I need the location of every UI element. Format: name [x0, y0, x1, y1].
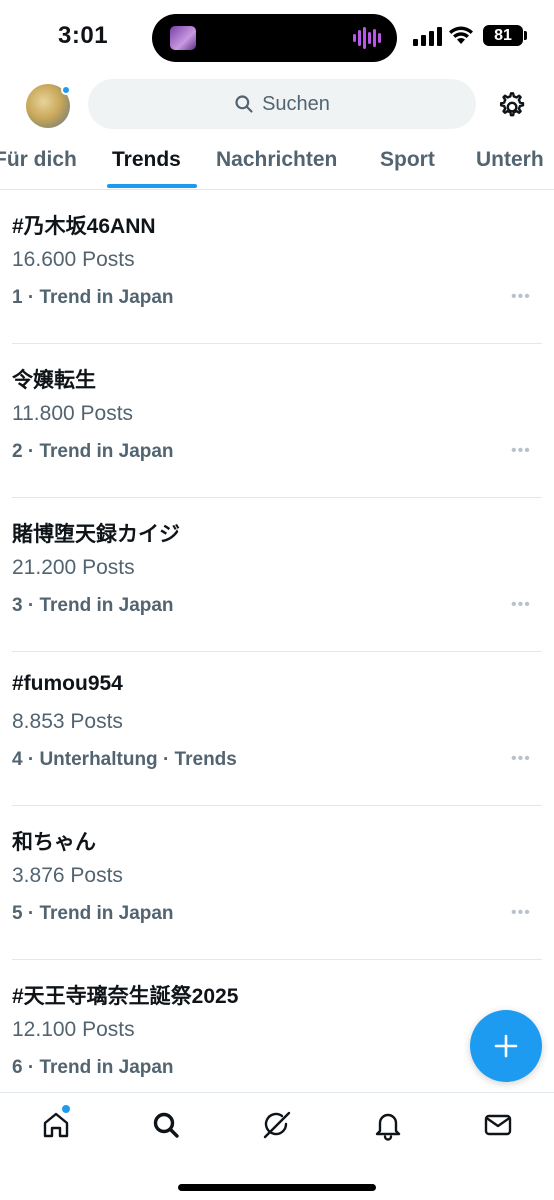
explore-tabs: Für dich Trends Nachrichten Sport Unterh [0, 136, 554, 190]
battery-icon: 81 [483, 25, 523, 46]
settings-gear-icon[interactable] [495, 90, 527, 122]
plus-icon [494, 1034, 518, 1058]
trend-item[interactable]: #乃木坂46ANN 16.600 Posts 1 · Trend in Japa… [0, 190, 554, 344]
home-icon[interactable] [40, 1109, 72, 1141]
trend-context: 1 · Trend in Japan [12, 287, 174, 308]
clock: 3:01 [58, 22, 109, 49]
trend-item[interactable]: 賭博堕天録カイジ 21.200 Posts 3 · Trend in Japan… [0, 498, 554, 652]
messages-envelope-icon[interactable] [482, 1109, 514, 1141]
battery-nub [524, 31, 527, 40]
trend-post-count: 11.800 Posts [12, 402, 134, 425]
more-options-icon[interactable]: ••• [511, 750, 531, 768]
trend-item[interactable]: 令嬢転生 11.800 Posts 2 · Trend in Japan ••• [0, 344, 554, 498]
search-input[interactable]: Suchen [88, 79, 476, 129]
audio-waveform-icon [353, 26, 381, 50]
trend-context: 5 · Trend in Japan [12, 903, 174, 924]
trend-post-count: 12.100 Posts [12, 1018, 135, 1041]
tab-unterhaltung[interactable]: Unterh [476, 148, 544, 172]
trend-context: 6 · Trend in Japan [12, 1057, 174, 1078]
avatar[interactable] [26, 84, 71, 128]
tab-nachrichten[interactable]: Nachrichten [216, 148, 337, 172]
status-bar: 3:01 81 [0, 0, 554, 76]
trend-post-count: 21.200 Posts [12, 556, 135, 579]
more-options-icon[interactable]: ••• [511, 904, 531, 922]
search-icon[interactable] [150, 1109, 182, 1141]
trend-post-count: 3.876 Posts [12, 864, 123, 887]
trend-title: 和ちゃん [12, 831, 96, 854]
tab-sport[interactable]: Sport [380, 148, 435, 172]
trend-title: 令嬢転生 [12, 369, 96, 392]
trend-item[interactable]: #fumou954 8.853 Posts 4 · Unterhaltung ·… [0, 652, 554, 806]
header: Suchen [0, 76, 554, 136]
search-placeholder: Suchen [262, 92, 330, 115]
now-playing-artwork [170, 26, 196, 50]
trend-title: 賭博堕天録カイジ [12, 523, 180, 546]
home-notification-dot [62, 1105, 70, 1113]
signal-icon [413, 26, 442, 46]
grok-icon[interactable] [261, 1109, 293, 1141]
notifications-bell-icon[interactable] [372, 1109, 404, 1141]
more-options-icon[interactable]: ••• [511, 442, 531, 460]
dynamic-island[interactable] [152, 14, 397, 62]
home-indicator[interactable] [178, 1184, 376, 1191]
trend-context: 2 · Trend in Japan [12, 441, 174, 462]
tab-fuer-dich[interactable]: Für dich [0, 148, 77, 172]
trend-post-count: 16.600 Posts [12, 248, 135, 271]
trend-post-count: 8.853 Posts [12, 710, 123, 733]
trend-title: #fumou954 [12, 672, 123, 695]
avatar-notification-dot [61, 85, 71, 95]
trend-title: #天王寺璃奈生誕祭2025 [12, 985, 239, 1008]
more-options-icon[interactable]: ••• [511, 596, 531, 614]
trend-context: 3 · Trend in Japan [12, 595, 174, 616]
compose-post-button[interactable] [470, 1010, 542, 1082]
trends-list: #乃木坂46ANN 16.600 Posts 1 · Trend in Japa… [0, 190, 554, 1114]
trend-title: #乃木坂46ANN [12, 215, 156, 238]
trend-context: 4 · Unterhaltung · Trends [12, 749, 237, 770]
wifi-icon [449, 26, 473, 44]
more-options-icon[interactable]: ••• [511, 288, 531, 306]
active-tab-indicator [107, 184, 197, 188]
trend-item[interactable]: 和ちゃん 3.876 Posts 5 · Trend in Japan ••• [0, 806, 554, 960]
tab-trends[interactable]: Trends [112, 148, 181, 172]
search-icon [235, 95, 253, 113]
